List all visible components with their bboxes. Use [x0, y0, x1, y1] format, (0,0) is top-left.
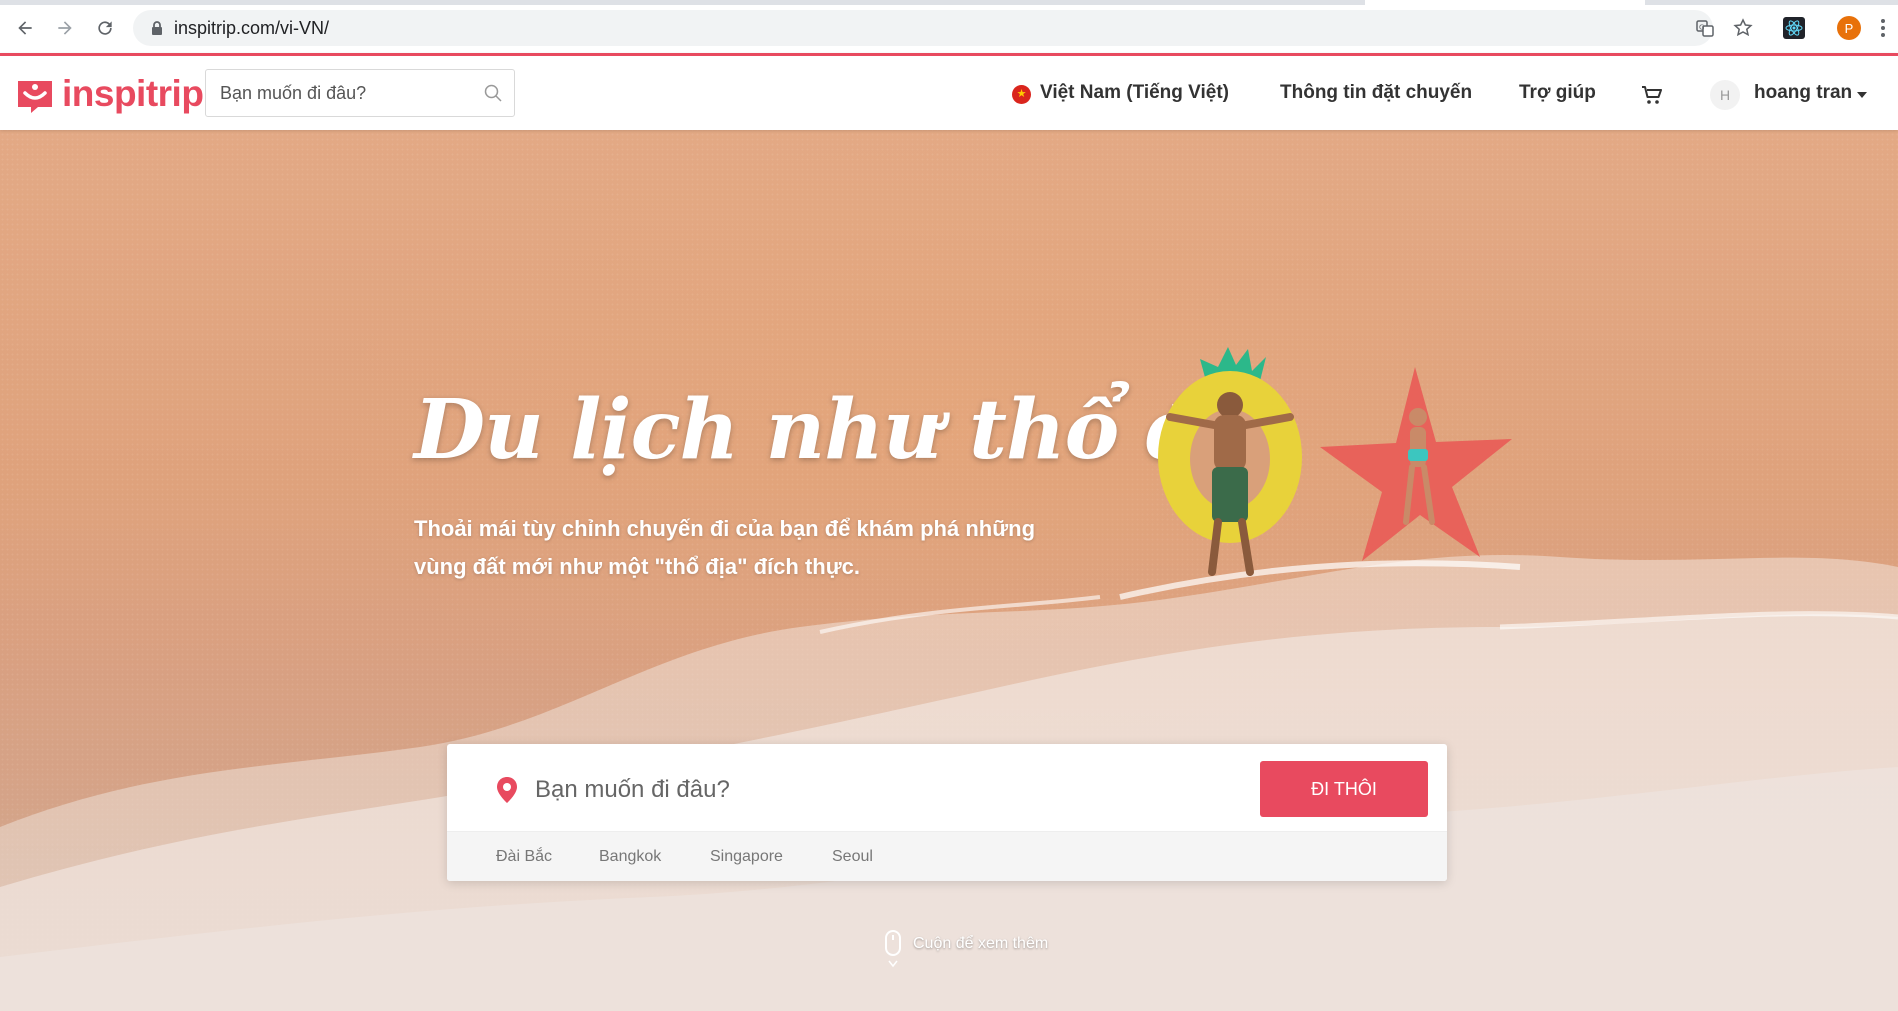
header-search-box[interactable]: [205, 69, 515, 117]
suggestion-singapore[interactable]: Singapore: [710, 848, 783, 866]
inspitrip-logo-icon[interactable]: [14, 73, 56, 115]
scroll-hint-text: Cuộn để xem thêm: [913, 935, 1049, 952]
user-name-menu[interactable]: hoang tran: [1754, 82, 1852, 104]
suggestion-seoul[interactable]: Seoul: [832, 848, 873, 866]
mouse-scroll-icon: [885, 930, 901, 956]
url-text[interactable]: inspitrip.com/vi-VN/: [174, 18, 329, 38]
booking-info-link[interactable]: Thông tin đặt chuyến: [1280, 82, 1472, 104]
vietnam-flag-icon[interactable]: ★: [1012, 85, 1031, 104]
hero-subtitle: Thoải mái tùy chỉnh chuyến đi của bạn để…: [414, 516, 1036, 579]
reload-icon[interactable]: [92, 15, 118, 41]
chevron-down-icon[interactable]: [1857, 92, 1867, 98]
suggestion-taipei[interactable]: Đài Bắc: [496, 848, 552, 866]
star-icon[interactable]: [1733, 18, 1753, 38]
pineapple-float: [1158, 347, 1302, 576]
chevron-down-icon: [888, 960, 898, 968]
site-logo[interactable]: inspitrip: [14, 72, 204, 116]
browser-toolbar: inspitrip.com/vi-VN/ G P: [0, 0, 1898, 57]
active-tab-edge[interactable]: [1365, 0, 1645, 5]
starfish-float: [1320, 367, 1512, 561]
user-avatar[interactable]: H: [1710, 80, 1740, 110]
forward-arrow-icon[interactable]: [52, 15, 78, 41]
header-search-input[interactable]: [218, 82, 472, 105]
address-bar[interactable]: inspitrip.com/vi-VN/ G: [133, 10, 1753, 46]
svg-text:G: G: [1699, 24, 1704, 32]
destination-search-input[interactable]: [533, 771, 1177, 809]
site-header: inspitrip ★ Việt Nam (Tiếng Việt) Thông …: [0, 53, 1898, 130]
location-pin-icon: [497, 777, 517, 803]
cart-icon[interactable]: [1640, 83, 1664, 107]
back-arrow-icon[interactable]: [12, 15, 38, 41]
hero-section: Du lịch như thổ địa Thoải mái tùy chỉnh …: [0, 127, 1898, 1011]
locale-selector[interactable]: Việt Nam (Tiếng Việt): [1040, 82, 1229, 104]
profile-avatar[interactable]: P: [1837, 16, 1861, 40]
logo-text[interactable]: inspitrip: [62, 73, 204, 115]
go-button[interactable]: ĐI THÔI: [1260, 761, 1428, 817]
popular-destinations: Đài Bắc Bangkok Singapore Seoul: [447, 831, 1447, 881]
kebab-menu-icon[interactable]: [1880, 18, 1886, 38]
suggestion-bangkok[interactable]: Bangkok: [599, 848, 661, 866]
beach-floaties-illustration: [1158, 347, 1512, 576]
hero-search-card: ĐI THÔI Đài Bắc Bangkok Singapore Seoul: [447, 744, 1447, 881]
translate-icon[interactable]: G: [1695, 18, 1715, 38]
help-link[interactable]: Trợ giúp: [1519, 82, 1596, 104]
search-icon[interactable]: [484, 84, 502, 102]
lock-icon[interactable]: [149, 20, 165, 36]
react-devtools-icon[interactable]: [1783, 17, 1805, 39]
